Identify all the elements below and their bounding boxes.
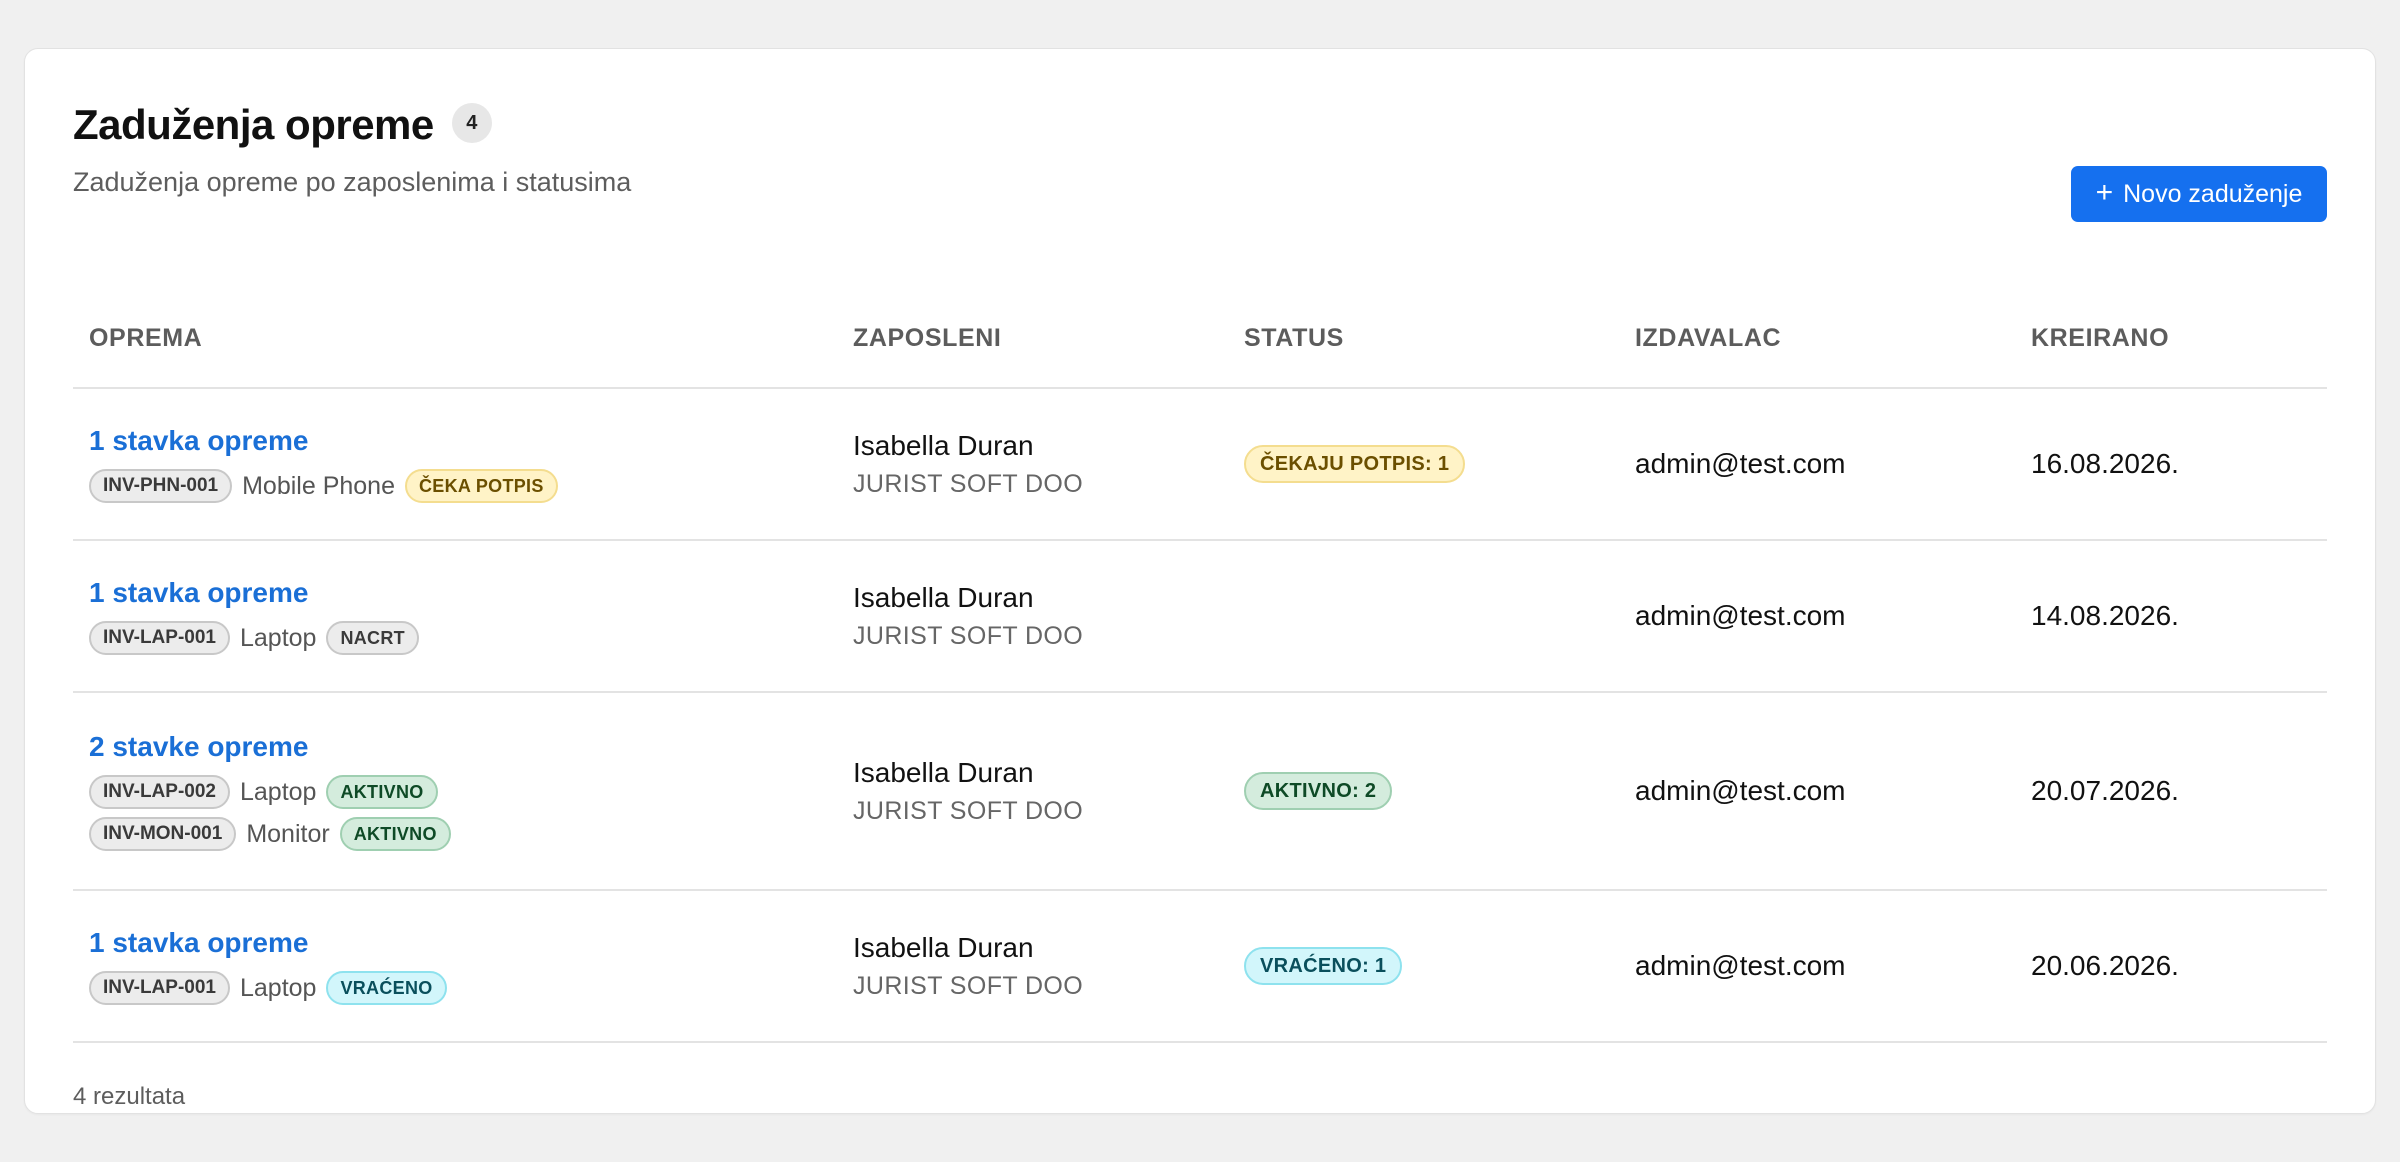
assignments-table: OPREMA ZAPOSLENI STATUS IZDAVALAC KREIRA… [73, 289, 2327, 1043]
equipment-item: INV-LAP-001 Laptop VRAĆENO [89, 971, 853, 1005]
column-header-oprema[interactable]: OPREMA [73, 324, 853, 353]
inventory-code-tag: INV-LAP-001 [89, 971, 230, 1005]
table-row[interactable]: 2 stavke opreme INV-LAP-002 Laptop AKTIV… [73, 693, 2327, 891]
item-state-tag: NACRT [326, 621, 419, 655]
created-cell: 14.08.2026. [2031, 600, 2179, 631]
created-cell: 20.06.2026. [2031, 950, 2179, 981]
employee-cell: Isabella Duran JURIST SOFT DOO [853, 430, 1244, 499]
equipment-item: INV-LAP-001 Laptop NACRT [89, 621, 853, 655]
status-cell: AKTIVNO: 2 [1244, 772, 1635, 811]
page-header: Zaduženja opreme 4 Zaduženja opreme po z… [73, 97, 2327, 222]
equipment-cell: 1 stavka opreme INV-LAP-001 Laptop NACRT [73, 577, 853, 655]
item-state-tag: ČEKA POTPIS [405, 469, 558, 503]
issuer-cell: admin@test.com [1635, 448, 1846, 479]
table-header: OPREMA ZAPOSLENI STATUS IZDAVALAC KREIRA… [73, 289, 2327, 389]
equipment-item: INV-PHN-001 Mobile Phone ČEKA POTPIS [89, 469, 853, 503]
count-badge: 4 [451, 103, 492, 143]
status-cell: ČEKAJU POTPIS: 1 [1244, 445, 1635, 484]
employee-name: Isabella Duran [853, 581, 1034, 613]
page-title: Zaduženja opreme [73, 101, 434, 148]
employee-cell: Isabella Duran JURIST SOFT DOO [853, 932, 1244, 1001]
issuer-cell: admin@test.com [1635, 950, 1846, 981]
equipment-cell: 1 stavka opreme INV-PHN-001 Mobile Phone… [73, 425, 853, 503]
column-header-zaposleni[interactable]: ZAPOSLENI [853, 324, 1244, 353]
equipment-name: Laptop [239, 973, 317, 1002]
results-count: 4 rezultata [73, 1083, 186, 1110]
new-assignment-label: Novo zaduženje [2123, 179, 2303, 208]
created-cell: 20.07.2026. [2031, 775, 2179, 806]
employee-company: JURIST SOFT DOO [853, 621, 1084, 650]
inventory-code-tag: INV-PHN-001 [89, 469, 233, 503]
issuer-cell: admin@test.com [1635, 775, 1846, 806]
equipment-cell: 1 stavka opreme INV-LAP-001 Laptop VRAĆE… [73, 927, 853, 1005]
equipment-item: INV-MON-001 Monitor AKTIVNO [89, 817, 853, 851]
employee-company: JURIST SOFT DOO [853, 971, 1084, 1000]
table-row[interactable]: 1 stavka opreme INV-PHN-001 Mobile Phone… [73, 389, 2327, 541]
plus-icon: + [2095, 175, 2114, 209]
employee-name: Isabella Duran [853, 931, 1034, 963]
equipment-name: Laptop [239, 777, 317, 806]
inventory-code-tag: INV-LAP-001 [89, 621, 230, 655]
title-row: Zaduženja opreme 4 [73, 97, 2327, 153]
column-header-izdavalac[interactable]: IZDAVALAC [1635, 324, 2031, 353]
equipment-item: INV-LAP-002 Laptop AKTIVNO [89, 775, 853, 809]
table-row[interactable]: 1 stavka opreme INV-LAP-001 Laptop NACRT… [73, 541, 2327, 693]
equipment-cell: 2 stavke opreme INV-LAP-002 Laptop AKTIV… [73, 731, 853, 851]
equipment-link[interactable]: 1 stavka opreme [89, 927, 308, 959]
status-cell: VRAĆENO: 1 [1244, 947, 1635, 986]
equipment-name: Monitor [246, 819, 330, 848]
item-state-tag: AKTIVNO [326, 775, 438, 809]
inventory-code-tag: INV-LAP-002 [89, 775, 230, 809]
equipment-name: Mobile Phone [242, 471, 395, 500]
inventory-code-tag: INV-MON-001 [89, 817, 237, 851]
new-assignment-button[interactable]: + Novo zaduženje [2071, 166, 2327, 222]
status-badge: ČEKAJU POTPIS: 1 [1244, 445, 1466, 484]
status-badge: VRAĆENO: 1 [1244, 947, 1403, 986]
column-header-kreirano[interactable]: KREIRANO [2031, 324, 2327, 353]
assignments-card: Zaduženja opreme 4 Zaduženja opreme po z… [24, 48, 2376, 1114]
table-row[interactable]: 1 stavka opreme INV-LAP-001 Laptop VRAĆE… [73, 891, 2327, 1043]
employee-name: Isabella Duran [853, 756, 1034, 788]
equipment-link[interactable]: 1 stavka opreme [89, 425, 308, 457]
equipment-link[interactable]: 2 stavke opreme [89, 731, 308, 763]
issuer-cell: admin@test.com [1635, 600, 1846, 631]
employee-company: JURIST SOFT DOO [853, 469, 1084, 498]
item-state-tag: AKTIVNO [339, 817, 451, 851]
employee-name: Isabella Duran [853, 429, 1034, 461]
employee-company: JURIST SOFT DOO [853, 796, 1084, 825]
item-state-tag: VRAĆENO [326, 971, 447, 1005]
status-badge: AKTIVNO: 2 [1244, 772, 1393, 811]
page-subtitle: Zaduženja opreme po zaposlenima i status… [73, 167, 632, 197]
employee-cell: Isabella Duran JURIST SOFT DOO [853, 757, 1244, 826]
created-cell: 16.08.2026. [2031, 448, 2179, 479]
employee-cell: Isabella Duran JURIST SOFT DOO [853, 582, 1244, 651]
column-header-status[interactable]: STATUS [1244, 324, 1635, 353]
equipment-link[interactable]: 1 stavka opreme [89, 577, 308, 609]
equipment-name: Laptop [239, 623, 317, 652]
